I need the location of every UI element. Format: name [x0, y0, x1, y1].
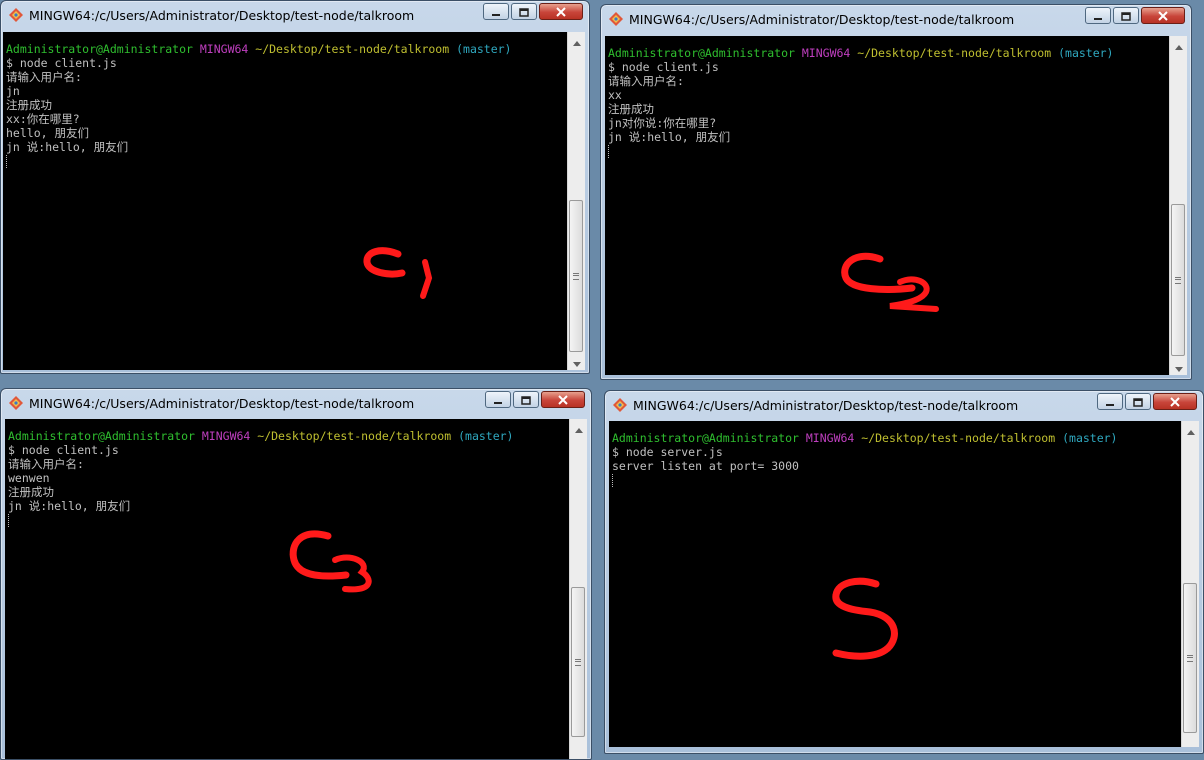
annotation-s — [832, 577, 898, 660]
